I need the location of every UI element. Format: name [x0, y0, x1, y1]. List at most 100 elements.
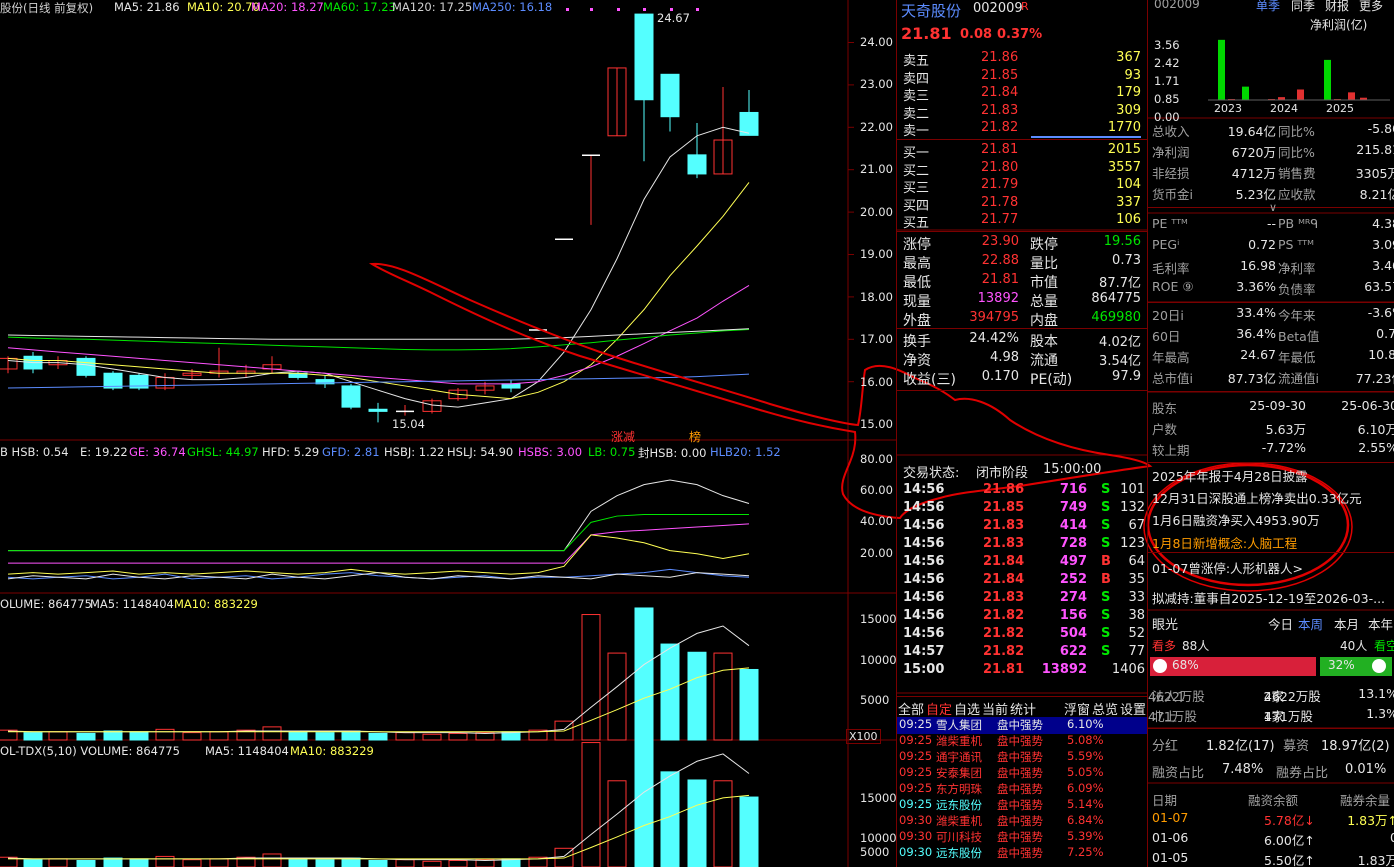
- bid-level-label: 买三: [903, 181, 930, 196]
- news-item[interactable]: 1月6日融资净买入4953.90万: [1152, 510, 1320, 529]
- bear-bar[interactable]: 32%: [1320, 657, 1392, 676]
- stat-label: 跌停: [1030, 237, 1058, 253]
- bid-row[interactable]: 买一 21.81 2015: [897, 142, 1147, 161]
- axis-tick-label: 1.71: [1154, 74, 1180, 88]
- tab-financial-report[interactable]: 财报: [1325, 0, 1349, 14]
- alert-time: 09:25: [899, 717, 933, 731]
- ask-level-label: 卖三: [903, 89, 930, 104]
- f10-value: 6720万: [1231, 145, 1276, 160]
- tick-side: S: [1101, 626, 1111, 641]
- bid-row[interactable]: 买五 21.77 106: [897, 212, 1147, 231]
- tab-custom[interactable]: 自定: [926, 699, 952, 718]
- tick-volume: 716: [1059, 482, 1087, 497]
- alert-row[interactable]: 09:25 东方明珠 盘中强势 6.09%: [897, 781, 1147, 798]
- short-balance: 0: [1390, 830, 1394, 845]
- bear-label: 看空: [1374, 639, 1394, 653]
- stat-value: 97.9: [1112, 369, 1141, 384]
- alert-event: 盘中强势: [997, 798, 1043, 812]
- f10-value: 0.72: [1248, 237, 1276, 252]
- candle-body: [341, 385, 361, 408]
- ind-hsb: B HSB: 0.54: [0, 445, 69, 459]
- ask-level-label: 卖四: [903, 71, 930, 87]
- alert-row[interactable]: 09:25 安泰集团 盘中强势 5.05%: [897, 765, 1147, 782]
- marker-a[interactable]: 涨减: [611, 428, 635, 445]
- eye-tab-week[interactable]: 本周: [1298, 614, 1323, 633]
- ind-lb: LB: 0.75: [588, 445, 636, 459]
- volume-bar: [155, 728, 175, 741]
- tick-row: 14:56 21.84 497 B 64: [897, 554, 1147, 571]
- alert-event: 盘中强势: [997, 718, 1043, 732]
- f10-code: 002009: [1154, 0, 1200, 11]
- tab-settings[interactable]: 设置: [1120, 699, 1146, 718]
- tick-side: S: [1101, 518, 1111, 533]
- alert-row[interactable]: 09:30 远东股份 盘中强势 7.25%: [897, 845, 1147, 862]
- reduce-notice[interactable]: 拟减持:董事自2025-12-19至2026-03-...: [1152, 588, 1385, 607]
- axis-tick-label: 10000: [860, 653, 897, 667]
- price-change: 0.08: [960, 27, 993, 42]
- bid-level-label: 买四: [903, 198, 930, 214]
- alert-row[interactable]: 09:25 雪人集团 盘中强势 6.10%: [897, 717, 1147, 734]
- margin-row[interactable]: 01-05 5.50亿↑ 1.83万: [1148, 850, 1394, 867]
- margin-row[interactable]: 01-07 5.78亿↓ 1.83万↑: [1148, 810, 1394, 828]
- tab-overview[interactable]: 总览: [1092, 699, 1118, 718]
- f10-label: 年最高: [1152, 350, 1190, 365]
- bid-row[interactable]: 买四 21.78 337: [897, 195, 1147, 214]
- axis-tick-label: 24.00: [860, 35, 893, 49]
- ask-row[interactable]: 卖二 21.83 309: [897, 103, 1147, 122]
- alert-row[interactable]: 09:30 可川科技 盘中强势 5.39%: [897, 829, 1147, 846]
- ask-row[interactable]: 卖五 21.86 367: [897, 50, 1147, 69]
- tab-more[interactable]: 更多: [1359, 0, 1383, 14]
- alert-row[interactable]: 09:25 通宇通讯 盘中强势 5.59%: [897, 749, 1147, 766]
- news-item[interactable]: 12月31日深股通上榜净卖出0.33亿元: [1152, 488, 1362, 507]
- stock-name[interactable]: 天奇股份: [901, 0, 961, 21]
- stat-label: 收益(三): [903, 372, 956, 388]
- f10-divider: [1148, 728, 1394, 729]
- ask-divider: [897, 139, 1147, 140]
- marker-b[interactable]: 榜: [689, 428, 701, 445]
- news-item[interactable]: 2025年年报于4月28日披露: [1152, 466, 1308, 485]
- bid-row[interactable]: 买三 21.79 104: [897, 177, 1147, 196]
- eye-tab-year[interactable]: 本年: [1368, 614, 1393, 633]
- ask-row[interactable]: 卖三 21.84 179: [897, 85, 1147, 104]
- tab-all[interactable]: 全部: [898, 699, 924, 718]
- tab-float[interactable]: 浮窗: [1064, 699, 1090, 718]
- ask-row[interactable]: 卖一 21.82 1770: [897, 120, 1147, 139]
- volume2-bar: [581, 742, 601, 867]
- tab-current[interactable]: 当前: [982, 699, 1008, 718]
- axis-tick-label: 80.00: [860, 452, 893, 466]
- ask-row[interactable]: 卖四 21.85 93: [897, 68, 1147, 87]
- volume-bar: [76, 732, 96, 741]
- tab-stats[interactable]: 统计: [1010, 699, 1036, 718]
- alert-row[interactable]: 09:30 潍柴重机 盘中强势 6.84%: [897, 813, 1147, 830]
- news-item[interactable]: 01-07曾涨停:人形机器人>: [1152, 558, 1303, 577]
- f10-row: 毛利率 16.98净利率 3.46: [1148, 258, 1394, 276]
- alert-row[interactable]: 09:25 潍柴重机 盘中强势 5.08%: [897, 733, 1147, 750]
- tick-count: 132: [1120, 500, 1145, 515]
- alert-row[interactable]: 09:25 远东股份 盘中强势 5.14%: [897, 797, 1147, 814]
- stat-value: 24.42%: [969, 331, 1019, 346]
- volume-unit[interactable]: X100: [846, 729, 881, 744]
- f10-value: -7.72%: [1261, 440, 1306, 455]
- eye-tab-month[interactable]: 本月: [1334, 614, 1359, 633]
- bid-row[interactable]: 买二 21.80 3557: [897, 160, 1147, 179]
- f10-label: 同比%: [1278, 124, 1315, 139]
- tick-side: S: [1101, 590, 1111, 605]
- expand-chevron-icon[interactable]: ∨: [1269, 201, 1277, 214]
- alert-time: 09:30: [899, 829, 933, 843]
- f10-label: 非经损: [1152, 166, 1190, 181]
- tab-same-quarter[interactable]: 同季: [1291, 0, 1315, 14]
- tick-price: 21.85: [983, 500, 1025, 515]
- margin-row[interactable]: 01-06 6.00亿↑ 0: [1148, 830, 1394, 848]
- bull-bar[interactable]: 68%: [1150, 657, 1316, 676]
- tab-single-quarter[interactable]: 单季: [1256, 0, 1280, 14]
- f10-label: 较上期: [1152, 443, 1190, 458]
- tick-time: 14:56: [903, 482, 945, 497]
- news-item[interactable]: 1月8日新增概念:人脑工程: [1152, 533, 1297, 552]
- ind-gfd-line: [7, 568, 750, 580]
- tab-watchlist[interactable]: 自选: [954, 699, 980, 718]
- tick-side: S: [1101, 536, 1111, 551]
- eye-tab-today[interactable]: 今日: [1268, 614, 1293, 633]
- tick-price: 21.82: [983, 644, 1025, 659]
- news-list: 2025年年报于4月28日披露 12月31日深股通上榜净卖出0.33亿元 1月6日融…: [1148, 466, 1394, 586]
- volume-bar: [262, 726, 282, 741]
